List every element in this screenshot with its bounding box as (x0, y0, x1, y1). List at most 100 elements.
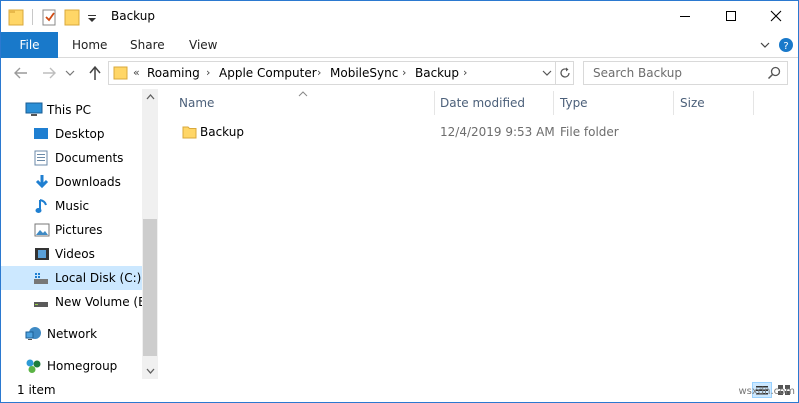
maximize-icon (726, 11, 736, 21)
close-button[interactable] (753, 1, 799, 31)
back-button[interactable] (12, 64, 30, 82)
nav-item-homegroup[interactable]: Homegroup (1, 354, 142, 378)
breadcrumb-mobilesync[interactable]: MobileSync (330, 66, 398, 80)
search-input[interactable]: Search Backup (583, 61, 788, 85)
folder-icon (182, 124, 198, 140)
item-count: 1 item (17, 383, 56, 397)
table-row[interactable]: Backup 12/4/2019 9:53 AM File folder (174, 121, 619, 143)
computer-icon (25, 102, 43, 118)
svg-text:?: ? (783, 41, 788, 52)
minimize-icon (680, 16, 690, 17)
chevron-right-icon[interactable]: › (206, 66, 210, 79)
nav-item-videos[interactable]: Videos (1, 242, 142, 266)
properties-icon[interactable] (41, 7, 61, 27)
downloads-icon (34, 174, 50, 190)
address-overflow[interactable]: « (133, 66, 140, 79)
nav-item-new-volume-e[interactable]: New Volume (E:) (1, 290, 154, 314)
scrollbar-thumb[interactable] (143, 219, 157, 356)
nav-label: Documents (55, 151, 124, 165)
drive-icon (33, 294, 49, 310)
title-separator (32, 9, 33, 25)
recent-locations-button[interactable] (64, 64, 76, 82)
up-button[interactable] (86, 64, 104, 82)
back-arrow-icon (14, 67, 27, 79)
nav-label: Homegroup (47, 359, 118, 373)
breadcrumb-apple-computer[interactable]: Apple Computer (219, 66, 317, 80)
forward-button[interactable] (40, 64, 58, 82)
maximize-button[interactable] (708, 1, 754, 31)
explorer-window: Backup File Home Share View ? « Roaming … (0, 0, 799, 403)
tab-share[interactable]: Share (130, 32, 165, 58)
nav-label: Local Disk (C:) (55, 271, 142, 285)
navigation-bar: « Roaming › Apple Computer › MobileSync … (1, 58, 798, 89)
column-header-name[interactable]: Name (179, 89, 214, 117)
nav-item-desktop[interactable]: Desktop (1, 122, 142, 146)
address-history-button[interactable] (537, 62, 555, 84)
file-type: File folder (560, 125, 619, 139)
search-placeholder: Search Backup (593, 66, 683, 80)
breadcrumb-backup[interactable]: Backup (415, 66, 459, 80)
nav-item-documents[interactable]: Documents (1, 146, 142, 170)
column-header-date-modified[interactable]: Date modified (440, 89, 525, 117)
tab-file[interactable]: File (1, 32, 58, 58)
forward-arrow-icon (43, 67, 56, 79)
file-date-modified: 12/4/2019 9:53 AM (440, 125, 555, 139)
column-header-size[interactable]: Size (680, 89, 705, 117)
folder-icon (113, 65, 129, 81)
nav-item-local-disk-c[interactable]: Local Disk (C:) (1, 266, 142, 290)
chevron-down-icon (542, 70, 551, 76)
chevron-down-icon (760, 42, 770, 48)
chevron-up-icon (146, 94, 154, 100)
nav-item-music[interactable]: Music (1, 194, 142, 218)
column-divider[interactable] (753, 91, 754, 115)
chevron-right-icon[interactable]: › (402, 66, 406, 79)
nav-item-downloads[interactable]: Downloads (1, 170, 142, 194)
customize-toolbar-icon[interactable] (86, 7, 98, 27)
videos-icon (34, 246, 50, 262)
refresh-button[interactable] (555, 62, 573, 84)
network-icon (25, 326, 41, 342)
nav-label: Desktop (55, 127, 105, 141)
watermark: wsxdn.com (738, 386, 795, 397)
refresh-icon (559, 67, 570, 78)
tab-view[interactable]: View (189, 32, 217, 58)
nav-item-this-pc[interactable]: This PC (1, 98, 142, 122)
local-disk-icon (33, 270, 49, 286)
desktop-icon (33, 126, 49, 142)
column-divider[interactable] (553, 91, 554, 115)
nav-label: New Volume (E:) (55, 295, 155, 309)
column-divider[interactable] (434, 91, 435, 115)
scroll-down-button[interactable] (142, 363, 158, 379)
scroll-up-button[interactable] (142, 89, 158, 105)
column-header-type[interactable]: Type (560, 89, 588, 117)
nav-label: Network (47, 327, 98, 341)
nav-label: Downloads (55, 175, 121, 189)
help-icon: ? (779, 38, 793, 52)
homegroup-icon (25, 358, 41, 374)
help-button[interactable]: ? (778, 37, 794, 53)
navigation-pane: This PC Desktop Documents Downloads Musi… (1, 89, 158, 379)
sort-ascending-icon (298, 87, 308, 97)
minimize-button[interactable] (662, 1, 708, 31)
chevron-right-icon[interactable]: › (463, 66, 467, 79)
nav-item-network[interactable]: Network (1, 322, 142, 346)
chevron-right-icon[interactable]: › (317, 66, 321, 79)
chevron-down-icon (146, 368, 154, 374)
tab-home[interactable]: Home (72, 32, 107, 58)
nav-label: This PC (47, 103, 91, 117)
title-bar: Backup (1, 1, 798, 32)
breadcrumb-roaming[interactable]: Roaming (147, 66, 200, 80)
navigation-scrollbar[interactable] (142, 89, 158, 379)
pictures-icon (34, 222, 50, 238)
chevron-down-icon (65, 70, 75, 76)
expand-ribbon-button[interactable] (757, 37, 773, 53)
column-divider[interactable] (673, 91, 674, 115)
folder-icon (8, 7, 28, 27)
nav-label: Videos (55, 247, 95, 261)
close-icon (770, 10, 782, 22)
ribbon: File Home Share View ? (1, 32, 798, 58)
new-folder-icon[interactable] (64, 7, 84, 27)
nav-item-pictures[interactable]: Pictures (1, 218, 142, 242)
address-bar[interactable]: « Roaming › Apple Computer › MobileSync … (108, 61, 574, 85)
file-list: Name Date modified Type Size Backup 12/4… (158, 89, 798, 379)
